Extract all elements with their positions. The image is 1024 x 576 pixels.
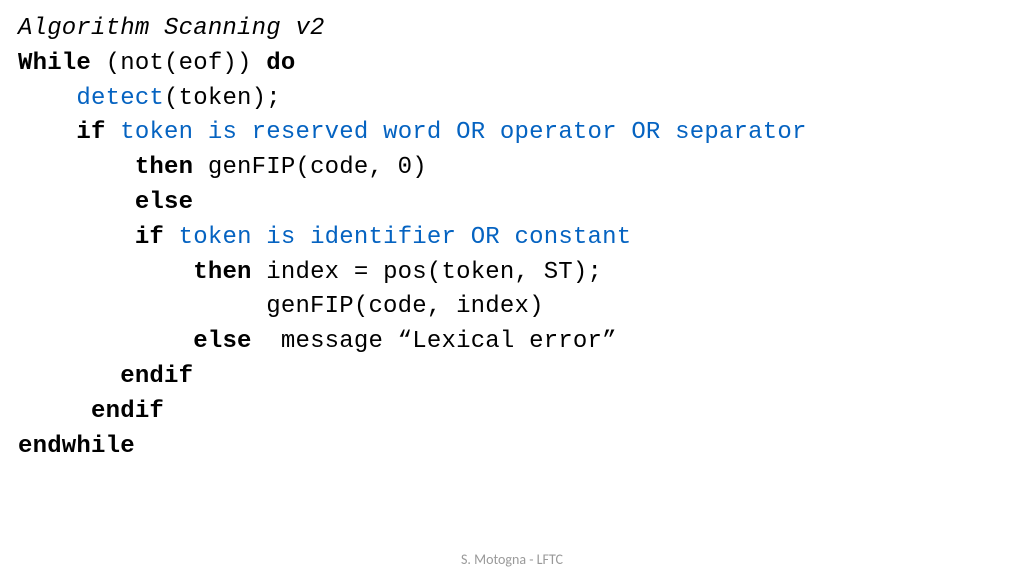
text: (not(eof)) xyxy=(91,50,266,77)
condition-1: token is reserved word OR operator OR se… xyxy=(120,119,806,146)
condition-2: token is identifier OR constant xyxy=(179,224,632,251)
indent xyxy=(18,259,193,286)
indent xyxy=(18,189,135,216)
indent xyxy=(18,363,120,390)
space xyxy=(106,119,121,146)
kw-do: do xyxy=(266,50,295,77)
line-9: else message “Lexical error” xyxy=(18,325,1006,360)
line-10: endif xyxy=(18,360,1006,395)
code-block: Algorithm Scanning v2 While (not(eof)) d… xyxy=(18,12,1006,464)
space xyxy=(164,224,179,251)
kw-if: if xyxy=(135,224,164,251)
call-detect: detect xyxy=(76,85,164,112)
line-4: then genFIP(code, 0) xyxy=(18,151,1006,186)
line-8: genFIP(code, index) xyxy=(18,290,1006,325)
slide: Algorithm Scanning v2 While (not(eof)) d… xyxy=(0,0,1024,576)
kw-else: else xyxy=(135,189,193,216)
footer-author: S. Motogna - LFTC xyxy=(0,551,1024,568)
kw-endwhile: endwhile xyxy=(18,433,135,460)
line-title: Algorithm Scanning v2 xyxy=(18,12,1006,47)
text: message “Lexical error” xyxy=(252,328,617,355)
text: genFIP(code, index) xyxy=(18,293,544,320)
kw-then: then xyxy=(193,259,251,286)
kw-endif: endif xyxy=(120,363,193,390)
indent xyxy=(18,154,135,181)
text: (token); xyxy=(164,85,281,112)
text: genFIP(code, 0) xyxy=(193,154,427,181)
indent xyxy=(18,119,76,146)
kw-if: if xyxy=(76,119,105,146)
kw-else: else xyxy=(193,328,251,355)
text: index = pos(token, ST); xyxy=(252,259,602,286)
line-2: detect(token); xyxy=(18,82,1006,117)
kw-then: then xyxy=(135,154,193,181)
line-12: endwhile xyxy=(18,430,1006,465)
line-11: endif xyxy=(18,395,1006,430)
indent xyxy=(18,328,193,355)
line-3: if token is reserved word OR operator OR… xyxy=(18,116,1006,151)
algorithm-title: Algorithm Scanning v2 xyxy=(18,15,325,42)
indent xyxy=(18,85,76,112)
line-1: While (not(eof)) do xyxy=(18,47,1006,82)
line-6: if token is identifier OR constant xyxy=(18,221,1006,256)
line-7: then index = pos(token, ST); xyxy=(18,256,1006,291)
kw-endif: endif xyxy=(91,398,164,425)
indent xyxy=(18,224,135,251)
indent xyxy=(18,398,91,425)
line-5: else xyxy=(18,186,1006,221)
kw-while: While xyxy=(18,50,91,77)
